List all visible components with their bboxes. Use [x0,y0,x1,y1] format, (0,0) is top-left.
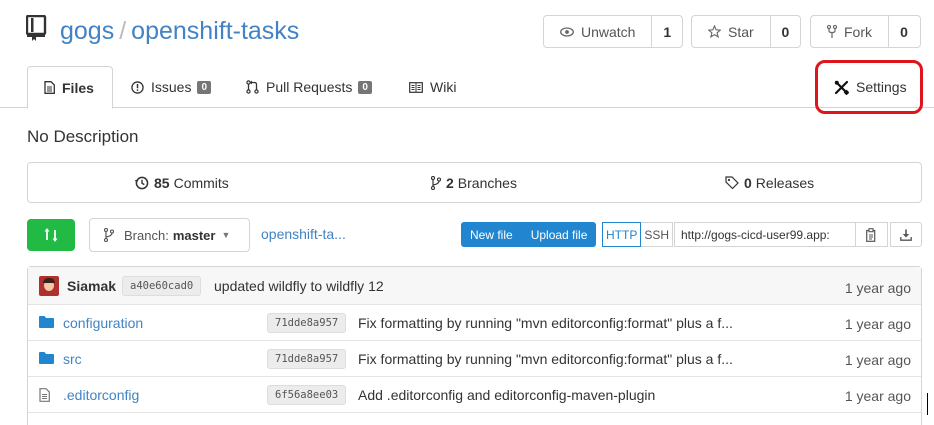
folder-icon [39,316,54,328]
commit-sha-button[interactable]: a40e60cad0 [122,276,202,296]
branches-label: Branches [457,174,517,191]
copy-icon [865,227,875,242]
text-cursor [927,393,928,415]
tab-files[interactable]: Files [27,66,113,109]
tab-pulls-label: Pull Requests [266,79,353,95]
commit-sha-button[interactable]: 71dde8a957 [267,313,347,333]
star-button-group: Star 0 [691,15,801,48]
tab-settings-label: Settings [856,79,907,95]
path-breadcrumb[interactable]: openshift-ta... [261,226,346,242]
tab-settings[interactable]: Settings [834,66,907,108]
table-row: configuration 71dde8a957 Fix formatting … [28,305,921,341]
clone-url-input[interactable]: http://gogs-cicd-user99.app: [674,222,856,247]
file-name-link[interactable]: src [63,351,82,367]
fork-button[interactable]: Fork [811,16,889,47]
eye-icon [560,26,574,37]
download-icon [900,229,912,241]
repo-owner-link[interactable]: gogs [60,17,114,45]
star-button[interactable]: Star [692,16,771,47]
commit-author[interactable]: Siamak [67,278,116,294]
latest-commit-time: 1 year ago [844,280,911,296]
issue-icon [131,80,144,94]
watch-count[interactable]: 1 [652,16,682,47]
releases-link[interactable]: 0 Releases [725,175,814,191]
history-icon [135,176,149,189]
compare-pull-button[interactable] [27,219,75,251]
file-name-link[interactable]: configuration [63,315,143,331]
fork-button-group: Fork 0 [810,15,921,48]
branch-name: master [172,227,216,243]
clone-protocol-toggle: HTTP SSH [602,222,674,247]
http-clone-button[interactable]: HTTP [602,222,642,247]
unwatch-label: Unwatch [581,23,636,40]
repo-header: gogs / openshift-tasks Unwatch 1 Star 0 Fo… [0,0,934,64]
repo-title-separator: / [119,17,127,45]
branches-link[interactable]: 2 Branches [431,175,517,191]
tools-icon [834,80,849,95]
commit-message[interactable]: Add .editorconfig and editorconfig-maven… [358,387,655,403]
repo-description: No Description [27,127,139,146]
fork-label: Fork [844,23,872,40]
file-name-link[interactable]: .editorconfig [63,387,139,403]
star-label: Star [728,23,754,40]
table-row: src 71dde8a957 Fix formatting by running… [28,341,921,377]
unwatch-button[interactable]: Unwatch [544,16,653,47]
tab-files-label: Files [62,79,94,96]
copy-clone-url-button[interactable] [856,222,888,247]
ssh-clone-button[interactable]: SSH [641,222,674,247]
releases-count: 0 [744,174,752,191]
issues-count-badge: 0 [197,80,212,94]
latest-commit-message: updated wildfly to wildfly 12 [214,278,384,294]
commit-time: 1 year ago [844,388,911,404]
compare-icon [44,228,58,242]
tag-icon [725,176,739,189]
repo-tabs: Files Issues 0 Pull Requests 0 Wiki [0,64,934,109]
fork-count[interactable]: 0 [889,16,919,47]
file-text-icon [39,388,50,402]
commits-link[interactable]: 85 Commits [135,175,229,191]
commit-time: 1 year ago [844,316,911,332]
repo-stats-bar: 85 Commits 2 Branches 0 Releases [27,162,922,203]
pull-request-icon [246,80,259,94]
watch-button-group: Unwatch 1 [543,15,683,48]
commit-message[interactable]: Fix formatting by running "mvn editorcon… [358,315,733,331]
commit-sha-button[interactable]: 6f56a8ee03 [267,385,347,405]
file-text-icon [44,81,55,94]
star-icon [708,25,721,38]
caret-down-icon: ▼ [221,230,231,240]
branch-icon [104,228,114,242]
repo-name-link[interactable]: openshift-tasks [131,17,299,45]
fork-icon [827,24,837,38]
tab-pull-requests[interactable]: Pull Requests 0 [246,66,372,108]
book-icon [409,81,423,93]
commits-count: 85 [154,174,170,191]
file-table: Siamak a40e60cad0 updated wildfly to wil… [27,266,922,425]
avatar[interactable] [39,276,59,296]
file-action-buttons: New file Upload file [461,222,597,247]
branch-icon [431,175,441,190]
tab-issues[interactable]: Issues 0 [131,66,212,108]
star-count[interactable]: 0 [771,16,800,47]
table-row: .editorconfig 6f56a8ee03 Add .editorconf… [28,377,921,413]
tab-wiki[interactable]: Wiki [409,66,456,108]
tab-issues-label: Issues [151,79,192,95]
branches-count: 2 [446,174,454,191]
commit-message[interactable]: Fix formatting by running "mvn editorcon… [358,351,733,367]
commit-time: 1 year ago [844,352,911,368]
releases-label: Releases [755,174,815,191]
branch-dropdown[interactable]: Branch: master ▼ [89,218,250,252]
pulls-count-badge: 0 [358,80,372,94]
latest-commit-row: Siamak a40e60cad0 updated wildfly to wil… [28,267,921,305]
repo-title: gogs / openshift-tasks [60,14,299,48]
download-archive-button[interactable] [890,222,922,247]
repo-icon [26,15,47,41]
commits-label: Commits [173,174,229,191]
folder-icon [39,352,54,364]
branch-prefix: Branch: [124,227,169,243]
upload-file-button[interactable]: Upload file [522,222,597,247]
commit-sha-button[interactable]: 71dde8a957 [267,349,347,369]
tab-wiki-label: Wiki [430,79,457,95]
new-file-button[interactable]: New file [461,222,522,247]
